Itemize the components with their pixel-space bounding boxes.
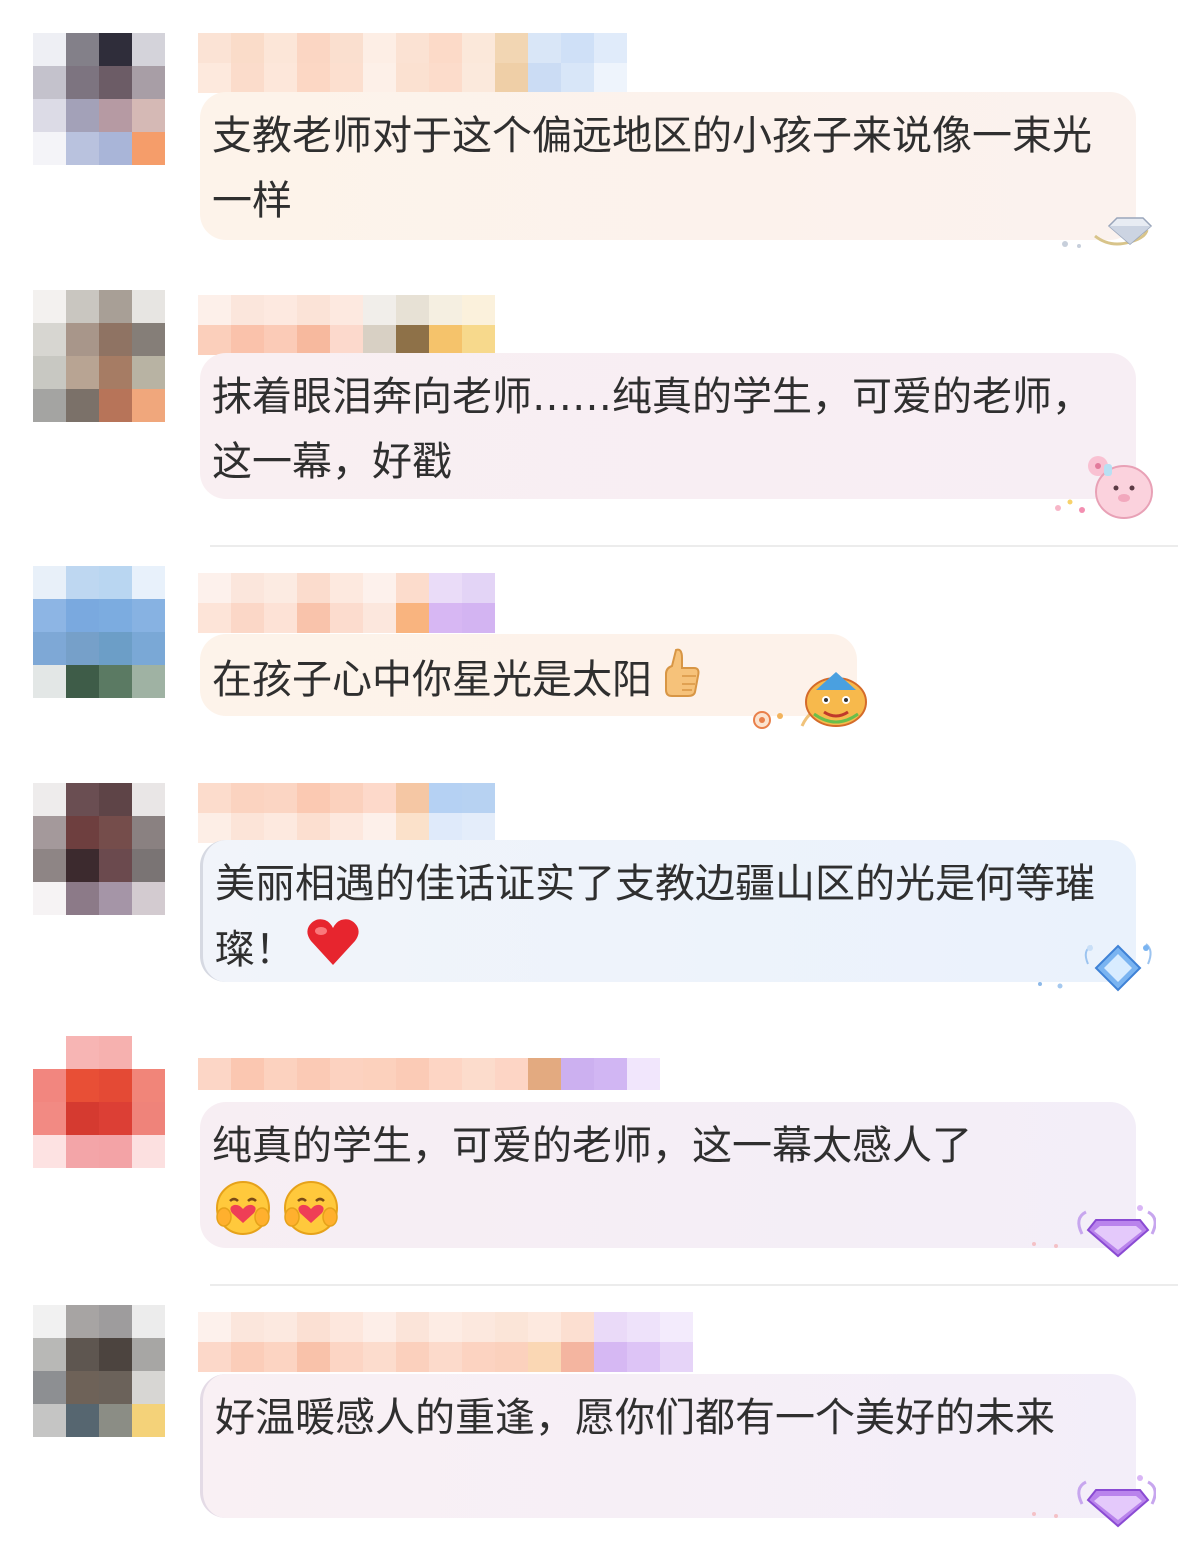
avatar[interactable] [33,783,165,915]
username-blurred[interactable] [198,573,495,633]
comment-bubble[interactable]: 好温暖感人的重逢，愿你们都有一个美好的未来 [200,1374,1136,1518]
section-divider [210,545,1178,547]
hugging-face-icon [214,1179,272,1257]
comment-text: 纯真的学生，可爱的老师，这一幕太感人了 [212,1123,972,1169]
blue-gem-badge-icon [1038,943,1152,992]
avatar[interactable] [33,1036,165,1168]
pig-sticker-icon [1055,456,1153,519]
username-blurred[interactable] [198,783,495,843]
purple-gem-badge-icon [1032,1205,1156,1258]
comment-bubble[interactable]: 抹着眼泪奔向老师……纯真的学生，可爱的老师，这一幕，好戳 [200,353,1136,499]
comment-text: 好温暖感人的重逢，愿你们都有一个美好的未来 [215,1395,1055,1441]
comment-text: 支教老师对于这个偏远地区的小孩子来说像一束光一样 [212,113,1092,224]
comment-bubble[interactable]: 美丽相遇的佳话证实了支教边疆山区的光是何等璀璨！ [200,840,1136,982]
username-blurred[interactable] [198,1312,693,1372]
comment-text: 抹着眼泪奔向老师……纯真的学生，可爱的老师，这一幕，好戳 [212,374,1092,485]
comment-bubble[interactable]: 支教老师对于这个偏远地区的小孩子来说像一束光一样 [200,92,1136,240]
avatar[interactable] [33,290,165,422]
red-heart-icon [305,917,361,987]
diamond-badge-icon [1062,217,1153,248]
comment-bubble[interactable]: 纯真的学生，可爱的老师，这一幕太感人了 [200,1102,1136,1248]
lion-dance-sticker-icon [753,672,867,729]
username-blurred[interactable] [198,295,495,355]
thumbs-up-icon [662,646,702,718]
avatar[interactable] [33,1305,165,1437]
comment-text: 在孩子心中你星光是太阳 [212,657,652,703]
avatar[interactable] [33,33,165,165]
purple-gem-badge-icon [1032,1475,1156,1528]
hugging-face-icon [282,1179,340,1257]
avatar[interactable] [33,566,165,698]
section-divider [210,1284,1178,1286]
username-blurred[interactable] [198,33,627,93]
